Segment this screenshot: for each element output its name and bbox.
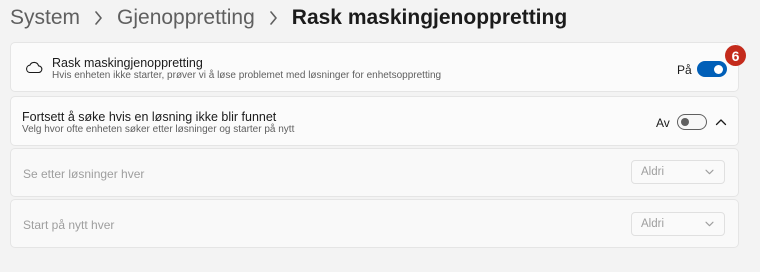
- restart-interval-select[interactable]: Aldri: [631, 212, 725, 236]
- check-interval-value: Aldri: [641, 166, 665, 178]
- chevron-up-icon[interactable]: [715, 118, 727, 126]
- quick-recovery-state-label: På: [677, 63, 692, 77]
- chevron-down-icon: [705, 169, 714, 175]
- restart-interval-value: Aldri: [641, 218, 665, 230]
- check-interval-row: Se etter løsninger hver Aldri: [10, 148, 739, 197]
- quick-recovery-title: Rask maskingjenoppretting: [52, 56, 203, 70]
- restart-interval-label: Start på nytt hver: [23, 218, 115, 232]
- chevron-down-icon: [705, 221, 714, 227]
- page-title: Rask maskingjenoppretting: [291, 6, 568, 29]
- breadcrumb-chevron-icon: [94, 11, 103, 25]
- continue-search-subtitle: Velg hvor ofte enheten søker etter løsni…: [22, 124, 295, 135]
- breadcrumb-system[interactable]: System: [10, 6, 80, 30]
- toggle-knob: [681, 118, 689, 126]
- breadcrumb: System Gjenoppretting Rask maskingjenopp…: [10, 2, 567, 34]
- check-interval-label: Se etter løsninger hver: [23, 167, 145, 181]
- toggle-knob: [714, 64, 723, 74]
- continue-search-card[interactable]: Fortsett å søke hvis en løsning ikke bli…: [10, 96, 739, 146]
- quick-recovery-subtitle: Hvis enheten ikke starter, prøver vi å l…: [52, 70, 442, 81]
- continue-search-state-label: Av: [656, 116, 670, 130]
- cloud-icon: [26, 61, 43, 74]
- continue-search-title: Fortsett å søke hvis en løsning ikke bli…: [22, 110, 277, 124]
- check-interval-select[interactable]: Aldri: [631, 160, 725, 184]
- breadcrumb-chevron-icon: [269, 11, 278, 25]
- quick-recovery-card: Rask maskingjenoppretting Hvis enheten i…: [10, 42, 739, 92]
- notification-badge: 6: [725, 45, 746, 66]
- continue-search-toggle[interactable]: [677, 114, 707, 130]
- breadcrumb-recovery[interactable]: Gjenoppretting: [117, 6, 255, 30]
- restart-interval-row: Start på nytt hver Aldri: [10, 199, 739, 248]
- quick-recovery-toggle[interactable]: [697, 61, 727, 77]
